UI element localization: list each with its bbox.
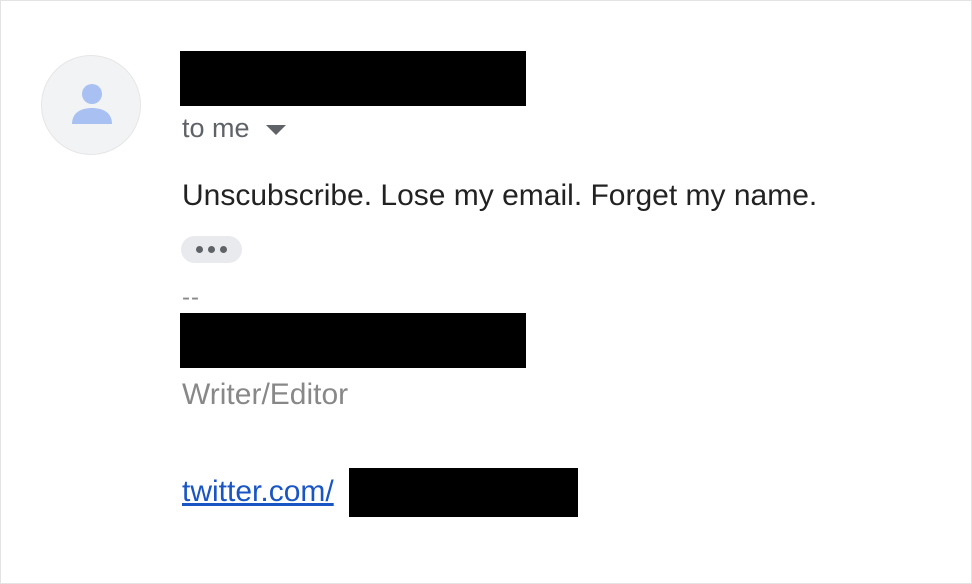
redacted-twitter-handle [349,468,578,517]
redacted-sender-name [180,51,526,106]
show-trimmed-content-button[interactable] [181,236,242,263]
ellipsis-dot [220,246,227,253]
signature-twitter-link[interactable]: twitter.com/ [182,475,334,509]
recipient-details-toggle[interactable]: to me [182,113,286,144]
recipient-label: to me [182,113,250,143]
signature-separator: -- [182,284,200,311]
redacted-signature-name [180,313,526,368]
person-icon [72,84,112,124]
ellipsis-dot [208,246,215,253]
email-message: to me Unscubscribe. Lose my email. Forge… [0,0,972,584]
caret-down-icon[interactable] [265,125,286,135]
signature-title: Writer/Editor [182,378,349,411]
message-body: Unscubscribe. Lose my email. Forget my n… [182,179,818,212]
sender-avatar[interactable] [41,55,141,155]
ellipsis-dot [196,246,203,253]
